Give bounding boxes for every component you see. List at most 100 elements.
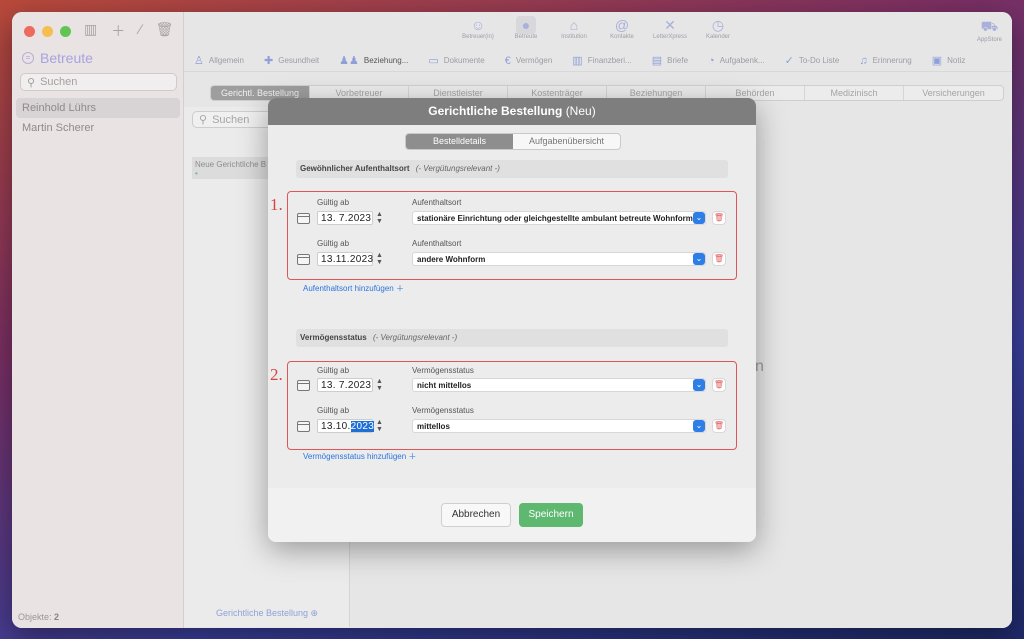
minimize-window-button[interactable] — [42, 26, 53, 37]
delete-row-button[interactable]: 🗑 — [712, 211, 726, 225]
sidebar: ▥ ＋ ∕ 🗑 = Betreute ⚲ Suchen Reinhold Lüh… — [12, 12, 184, 628]
subnav-label: Erinnerung — [872, 56, 912, 65]
folder-icon: ▭ — [428, 55, 439, 67]
list-item[interactable]: Martin Scherer — [16, 118, 180, 138]
calendar-icon[interactable] — [297, 213, 310, 224]
vermoegensstatus-select[interactable]: nicht mittellos — [412, 378, 706, 392]
date-day-month: 13. 7. — [321, 213, 348, 224]
field-label: Aufenthaltsort — [412, 198, 462, 207]
modal-footer — [268, 488, 756, 542]
subnav-vermoegen[interactable]: € Vermögen — [495, 55, 563, 67]
date-field[interactable]: 13.10.2023 — [317, 419, 375, 433]
date-year: 2023 — [347, 213, 372, 224]
nav-kalender[interactable]: ◷ Kalender — [698, 16, 738, 48]
subnav-label: Beziehung... — [363, 56, 409, 65]
zoom-window-button[interactable] — [60, 26, 71, 37]
add-bestellung-button[interactable]: Gerichtliche Bestellung ⊕ — [184, 608, 350, 619]
subnav-dokumente[interactable]: ▭ Dokumente — [418, 54, 494, 67]
calendar-icon[interactable] — [297, 254, 310, 265]
aufenthaltsort-select[interactable]: stationäre Einrichtung oder gleichgestel… — [412, 211, 706, 225]
chevron-down-icon[interactable]: ⌄ — [693, 212, 705, 224]
segment-bestelldetails[interactable]: Bestelldetails — [406, 134, 513, 149]
tab-versicherungen[interactable]: Versicherungen — [904, 86, 1003, 100]
appstore-label: AppStore — [976, 37, 1002, 43]
date-field[interactable]: 13.11.2023 — [317, 252, 373, 266]
date-field[interactable]: 13. 7.2023 — [317, 378, 373, 392]
subnav-aufgabenk[interactable]: ◔ Aufgabenk... — [698, 55, 775, 67]
section-note: (- Vergütungsrelevant -) — [372, 333, 458, 342]
chevron-down-icon[interactable]: ⌄ — [693, 253, 705, 265]
add-aufenthaltsort-link[interactable]: Aufenthaltsort hinzufügen ＋ — [303, 283, 404, 294]
nav-kontakte[interactable]: @ Kontakte — [602, 16, 642, 48]
nav-betreuer[interactable]: ☺ Betreuer(in) — [458, 16, 498, 48]
delete-row-button[interactable]: 🗑 — [712, 419, 726, 433]
nav-betreute[interactable]: ● Betreute — [506, 16, 546, 48]
search-placeholder: Suchen — [40, 76, 78, 88]
add-icon[interactable]: ＋ — [111, 21, 125, 41]
subnav-erinnerung[interactable]: ♫ Erinnerung — [849, 55, 921, 67]
sidebar-toggle-icon[interactable]: ▥ — [84, 21, 97, 41]
delete-row-button[interactable]: 🗑 — [712, 378, 726, 392]
appstore-button[interactable]: ⛟ AppStore — [977, 18, 1002, 43]
objects-count: 2 — [54, 612, 60, 622]
aufenthaltsort-select[interactable]: andere Wohnform — [412, 252, 706, 266]
subnav-briefe[interactable]: ▤ Briefe — [642, 54, 698, 67]
date-stepper[interactable]: ▲ ▼ — [375, 378, 384, 392]
subnav-gesundheit[interactable]: ✚ Gesundheit — [254, 54, 329, 67]
subnav-label: To-Do Liste — [798, 56, 840, 65]
trash-icon[interactable]: 🗑 — [156, 21, 174, 41]
search-placeholder: Suchen — [212, 113, 250, 126]
segment-control: Bestelldetails Aufgabenübersicht — [405, 133, 621, 150]
vermoegensstatus-select[interactable]: mittellos — [412, 419, 706, 433]
add-vermoegensstatus-link[interactable]: Vermögensstatus hinzufügen ＋ — [303, 451, 416, 462]
calendar-icon[interactable] — [297, 421, 310, 432]
subnav-todo[interactable]: ✓ To-Do Liste — [775, 54, 850, 67]
objects-label: Objekte: — [18, 612, 52, 622]
calendar-icon[interactable] — [297, 380, 310, 391]
field-label: Vermögensstatus — [412, 366, 474, 375]
section-title: Gewöhnlicher Aufenthaltsort — [300, 164, 410, 173]
field-label: Vermögensstatus — [412, 406, 474, 415]
date-day-month: 13.10. — [321, 421, 351, 432]
chevron-down-icon[interactable]: ⌄ — [693, 379, 705, 391]
nav-label: Kalender — [705, 34, 731, 40]
sidebar-footer: Objekte: 2 — [18, 612, 59, 622]
field-label: Gültig ab — [317, 239, 350, 248]
date-stepper[interactable]: ▲ ▼ — [375, 211, 384, 225]
plus-icon: ＋ — [395, 284, 404, 293]
person-icon: ● — [515, 16, 537, 34]
close-window-button[interactable] — [24, 26, 35, 37]
marker-label: 2. — [270, 365, 283, 384]
date-day-month: 13. 7. — [321, 380, 348, 391]
background-text: n — [755, 358, 764, 375]
date-field[interactable]: 13. 7.2023 — [317, 211, 373, 225]
subnav-beziehung[interactable]: ♟♟ Beziehung... — [329, 54, 418, 67]
list-item[interactable]: Reinhold Lührs — [16, 98, 180, 118]
aufenthaltsort-group: Gültig ab Aufenthaltsort 13. 7.2023 ▲ ▼ s… — [287, 191, 737, 280]
document-icon: ▤ — [651, 55, 663, 67]
date-stepper[interactable]: ▲ ▼ — [375, 419, 384, 433]
delete-row-button[interactable]: 🗑 — [712, 252, 726, 266]
top-navigation: ☺ Betreuer(in) ● Betreute ⌂ Institution @ Ko… — [184, 12, 1012, 48]
person-icon: ♙ — [194, 55, 204, 67]
tab-medizinisch[interactable]: Medizinisch — [805, 86, 904, 100]
date-day-month: 13.11. — [321, 254, 350, 265]
nav-letterxpress[interactable]: ✕ LetterXpress — [650, 16, 690, 48]
subnav-label: Notiz — [947, 56, 966, 65]
date-stepper[interactable]: ▲ ▼ — [375, 252, 384, 266]
save-button[interactable]: Speichern — [519, 503, 583, 527]
nav-institution[interactable]: ⌂ Institution — [554, 16, 594, 48]
subnav-notiz[interactable]: ▣ Notiz — [922, 54, 976, 67]
subnav-finanzbericht[interactable]: ▥ Finanzberi... — [562, 54, 641, 67]
field-label: Aufenthaltsort — [412, 239, 462, 248]
section-note: (- Vergütungsrelevant -) — [415, 164, 500, 173]
add-bestellung-label: Gerichtliche Bestellung — [215, 608, 308, 618]
sidebar-search-input[interactable]: ⚲ Suchen — [20, 73, 177, 91]
subnav-label: Aufgabenk... — [719, 56, 765, 65]
chevron-down-icon[interactable]: ⌄ — [693, 420, 705, 432]
cancel-button[interactable]: Abbrechen — [441, 503, 511, 527]
segment-aufgabenuebersicht[interactable]: Aufgabenübersicht — [513, 134, 620, 149]
edit-icon[interactable]: ∕ — [139, 21, 141, 41]
subnav-allgemein[interactable]: ♙ Allgemein — [184, 54, 254, 67]
date-year: 2023 — [347, 380, 372, 391]
